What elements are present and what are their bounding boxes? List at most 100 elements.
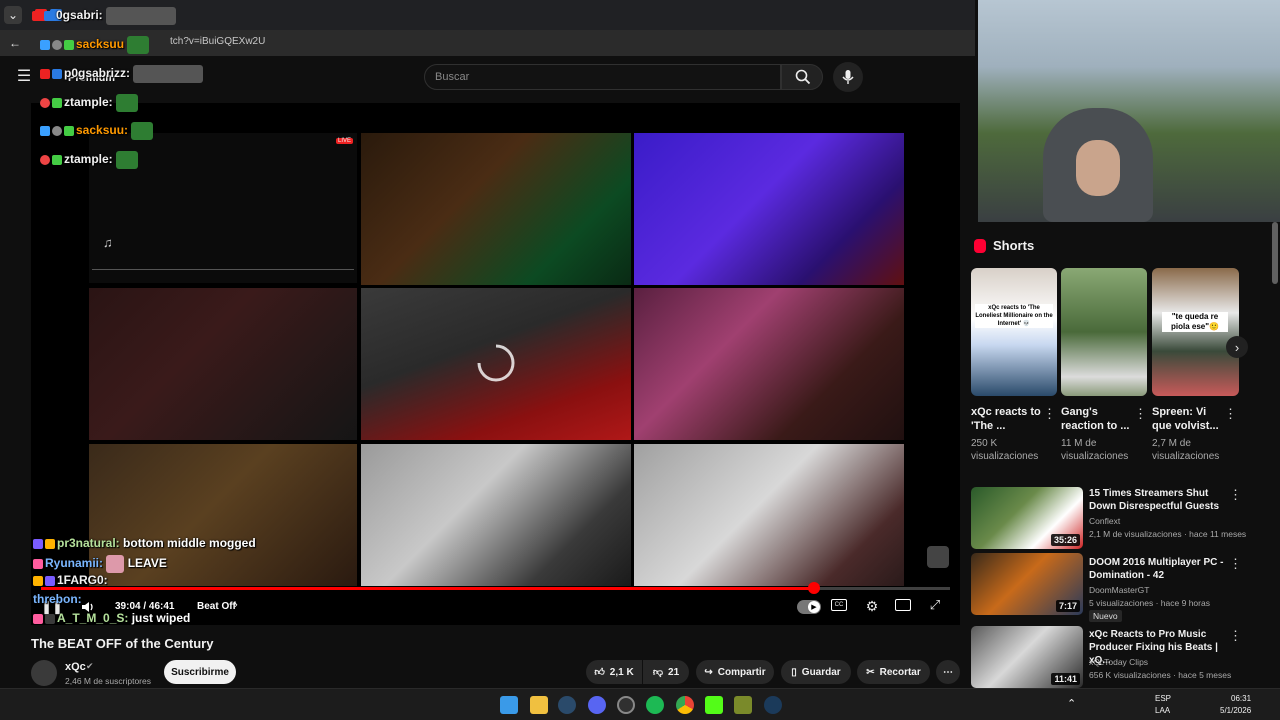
scrubber-handle[interactable] (808, 582, 820, 594)
short-title-1[interactable]: xQc reacts to 'The ... (971, 405, 1041, 433)
rec-thumbnail-2[interactable]: 7:17 (971, 553, 1083, 615)
chat-user: 0gsabri: (56, 8, 103, 23)
shorts-logo-icon (974, 239, 986, 253)
autoplay-toggle[interactable]: ▶ (797, 600, 821, 614)
chat-message: LEAVE (127, 556, 167, 571)
chat-line-top-4: ztample: (40, 94, 139, 112)
rec-duration: 35:26 (1050, 534, 1080, 546)
search-input[interactable]: Buscar (424, 64, 781, 90)
chat-line-top-5: sacksuu: (40, 122, 154, 140)
steam-icon[interactable] (558, 696, 576, 714)
chrome-icon[interactable] (676, 696, 694, 714)
chat-user: pr3natural: (57, 536, 120, 550)
menu-icon[interactable]: ☰ (12, 66, 36, 86)
chat-user: Ryunamii: (45, 556, 104, 571)
thumbs-down-icon: 👎︎ (652, 667, 664, 678)
rec-2-more-icon[interactable]: ⋮ (1229, 556, 1242, 572)
chat-line-bottom-4: threbon: (33, 592, 82, 606)
short-1-more-icon[interactable]: ⋮ (1043, 406, 1056, 422)
shorts-next-button[interactable]: › (1226, 336, 1248, 358)
short-2-more-icon[interactable]: ⋮ (1134, 406, 1147, 422)
chat-user: threbon: (33, 592, 82, 606)
voice-search-button[interactable] (833, 62, 863, 92)
more-actions-button[interactable]: ⋯ (936, 660, 960, 684)
short-title-2[interactable]: Gang's reaction to ... (1061, 405, 1131, 433)
chat-message: bottom middle mogged (123, 536, 256, 550)
shorts-heading: Shorts (993, 238, 1035, 253)
tab-dropdown-button[interactable]: ⌄ (4, 6, 22, 24)
back-arrow-icon[interactable]: ← (6, 34, 24, 52)
short-card-3[interactable]: "te queda re piola ese"🙂 (1152, 268, 1239, 396)
scissors-icon: ✂ (866, 666, 875, 678)
rec-thumbnail-1[interactable]: 35:26 (971, 487, 1083, 549)
rec-1-more-icon[interactable]: ⋮ (1229, 487, 1242, 503)
chat-user: A_T_M_0_S: (57, 611, 129, 625)
chat-line-top-3: p0gsabrizz: (40, 65, 204, 83)
windows-start-icon[interactable] (500, 696, 518, 714)
rec-3-more-icon[interactable]: ⋮ (1229, 628, 1242, 644)
subtitles-icon[interactable]: CC (831, 599, 847, 611)
settings-gear-icon[interactable]: ⚙ (863, 597, 881, 615)
share-button[interactable]: ↪ Compartir (696, 660, 774, 684)
rec-channel-2[interactable]: DoomMasterGT (1089, 584, 1229, 596)
language-code[interactable]: ESP (1155, 694, 1171, 703)
chat-line-top-2: sacksuu (40, 36, 150, 54)
short-card-2[interactable] (1061, 268, 1147, 396)
short-card-1[interactable]: xQc reacts to 'The Loneliest Millionaire… (971, 268, 1057, 396)
address-text[interactable]: tch?v=iBuiGQEXw2U (170, 36, 265, 47)
like-button[interactable]: 👍︎ 2,1 K (586, 660, 642, 684)
subscribe-button[interactable]: Suscribirme (164, 660, 236, 684)
short-3-more-icon[interactable]: ⋮ (1224, 406, 1237, 422)
bookmark-icon: ▯ (791, 666, 797, 678)
sidebar-scrollbar[interactable] (1272, 222, 1278, 284)
chapter-button[interactable]: Beat Off (197, 601, 236, 612)
miniplayer-icon[interactable] (895, 599, 911, 611)
dislike-button[interactable]: 👎︎ 21 (643, 660, 689, 684)
chat-user: sacksuu: (76, 123, 129, 138)
chat-user: p0gsabrizz: (64, 66, 131, 81)
rec-thumbnail-3[interactable]: 11:41 (971, 626, 1083, 688)
steam-icon-2[interactable] (764, 696, 782, 714)
app-icon[interactable] (734, 696, 752, 714)
search-placeholder: Buscar (435, 71, 470, 83)
channel-name[interactable]: xQc (65, 661, 86, 673)
mic-icon (842, 70, 854, 84)
rec-meta-1: 2,1 M de visualizaciones · hace 11 meses (1089, 529, 1247, 539)
rec-title-2[interactable]: DOOM 2016 Multiplayer PC - Domination - … (1089, 556, 1224, 582)
chat-line-bottom-1: pr3natural: bottom middle mogged (33, 536, 256, 550)
discord-icon[interactable] (588, 696, 606, 714)
rec-duration: 11:41 (1051, 673, 1080, 685)
chat-line-bottom-2: Ryunamii: LEAVE (33, 555, 167, 573)
file-explorer-icon[interactable] (530, 696, 548, 714)
obs-icon[interactable] (617, 696, 635, 714)
language-layout[interactable]: LAA (1155, 706, 1170, 715)
mini-progress (92, 269, 354, 270)
subscribe-label: Suscribirme (171, 666, 229, 678)
kick-icon[interactable] (705, 696, 723, 714)
chat-user: 1FARG0: (57, 573, 108, 587)
short-views-1: 250 K visualizaciones (971, 438, 1039, 462)
video-tile-2 (361, 133, 631, 285)
channel-avatar[interactable] (31, 660, 57, 686)
rec-new-badge: Nuevo (1089, 610, 1122, 622)
rec-channel-3[interactable]: xQcToday Clips (1089, 656, 1229, 668)
rec-title-1[interactable]: 15 Times Streamers Shut Down Disrespectf… (1089, 487, 1224, 513)
clip-button[interactable]: ✂ Recortar (857, 660, 930, 684)
chat-user: sacksuu (76, 37, 125, 52)
chat-line-top-6: ztample: (40, 151, 139, 169)
progress-fill (41, 587, 814, 590)
clock-time[interactable]: 06:31 (1231, 694, 1251, 703)
short-title-3[interactable]: Spreen: Vi que volvist... (1152, 405, 1222, 433)
short-overlay-text: xQc reacts to 'The Loneliest Millionaire… (975, 304, 1053, 328)
short-overlay-text: "te queda re piola ese"🙂 (1162, 312, 1228, 332)
save-button[interactable]: ▯ Guardar (781, 660, 851, 684)
tray-chevron-icon[interactable]: ⌃ (1067, 697, 1076, 710)
clock-date[interactable]: 5/1/2026 (1220, 706, 1251, 715)
music-note-icon: ♫ (103, 235, 113, 250)
chevron-right-icon: › (234, 599, 238, 611)
search-button[interactable] (781, 64, 823, 90)
spotify-icon[interactable] (646, 696, 664, 714)
webcam-overlay (978, 0, 1280, 222)
rec-channel-1[interactable]: Conflext (1089, 515, 1229, 527)
fullscreen-icon[interactable]: ⤢ (927, 597, 943, 613)
